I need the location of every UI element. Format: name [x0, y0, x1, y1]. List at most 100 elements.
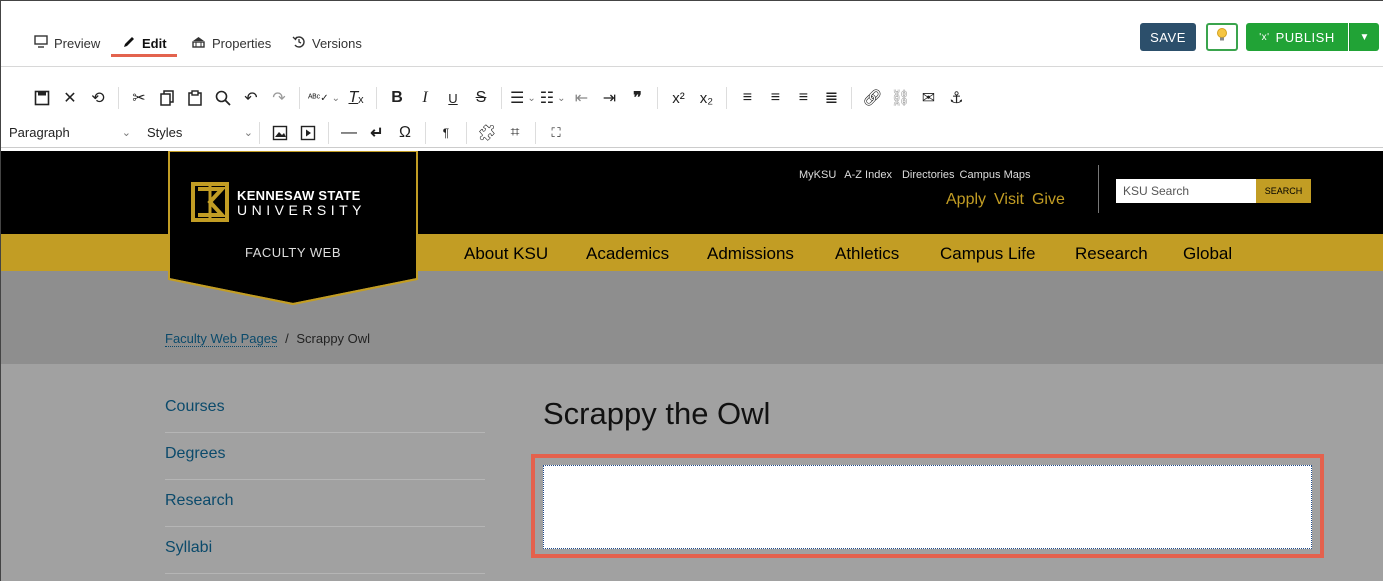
bold-icon[interactable]: B	[385, 85, 409, 111]
pencil-icon	[122, 35, 136, 52]
page-preview: KENNESAW STATE UNIVERSITY FACULTY WEB My…	[1, 150, 1383, 581]
breadcrumb-separator: /	[285, 331, 289, 346]
nav-athletics[interactable]: Athletics	[835, 244, 899, 264]
toolbar-divider	[726, 87, 728, 109]
nav-research[interactable]: Research	[1075, 244, 1148, 264]
nav-global[interactable]: Global	[1183, 244, 1232, 264]
active-tab-indicator	[111, 54, 177, 57]
save-icon[interactable]	[30, 85, 54, 111]
italic-icon[interactable]: I	[413, 85, 437, 111]
utility-link-directories[interactable]: Directories	[902, 169, 955, 181]
sidebar-item-degrees[interactable]: Degrees	[165, 433, 485, 480]
cut-icon[interactable]: ✂	[127, 85, 151, 111]
university-name-line2: UNIVERSITY	[237, 202, 367, 218]
undo-icon[interactable]: ↶	[239, 85, 263, 111]
tab-versions[interactable]: Versions	[292, 35, 362, 52]
site-search-input[interactable]: KSU Search	[1116, 179, 1256, 203]
plugin-icon[interactable]: 🧩︎	[475, 120, 499, 146]
highlighted-edit-region	[531, 454, 1324, 558]
underline-icon[interactable]: U	[441, 85, 465, 111]
revert-icon[interactable]: ⟲	[86, 85, 110, 111]
horizontal-rule-icon[interactable]: —	[337, 120, 361, 146]
bullet-list-icon[interactable]: ☰ ⌄	[510, 85, 536, 111]
clear-formatting-icon[interactable]: Tₓ	[344, 85, 368, 111]
lightbulb-icon	[1216, 27, 1228, 48]
outdent-icon[interactable]: ⇤	[569, 85, 593, 111]
cta-link-give[interactable]: Give	[1032, 191, 1065, 209]
toolbar-divider	[425, 121, 426, 144]
utility-links: MyKSU A-Z Index Directories Campus Maps	[799, 169, 1030, 181]
faculty-web-label: FACULTY WEB	[244, 245, 342, 260]
superscript-icon[interactable]: x²	[666, 85, 690, 111]
nav-admissions[interactable]: Admissions	[707, 244, 794, 264]
nav-academics[interactable]: Academics	[586, 244, 669, 264]
fullscreen-icon[interactable]: ⛶	[544, 120, 568, 146]
breadcrumb-link-faculty-web-pages[interactable]: Faculty Web Pages	[165, 331, 278, 347]
format-select[interactable]: Paragraph ⌄	[9, 125, 131, 140]
editable-content-area[interactable]	[543, 465, 1312, 549]
header-divider	[1098, 165, 1099, 213]
utility-link-campus-maps[interactable]: Campus Maps	[960, 169, 1031, 181]
show-blocks-icon[interactable]: ¶	[434, 120, 458, 146]
align-center-icon[interactable]: ≡	[763, 85, 787, 111]
toolbar-divider	[328, 121, 329, 144]
cta-link-apply[interactable]: Apply	[946, 191, 986, 209]
indent-icon[interactable]: ⇥	[597, 85, 621, 111]
cms-top-bar: Preview Edit Properties Versions SAVE 'x…	[1, 1, 1383, 67]
tab-properties[interactable]: Properties	[191, 35, 271, 51]
utility-link-az-index[interactable]: A-Z Index	[844, 169, 892, 181]
align-justify-icon[interactable]: ≣	[819, 85, 843, 111]
monitor-icon	[34, 35, 48, 51]
publish-dropdown-button[interactable]: ▼	[1349, 23, 1379, 51]
tab-edit[interactable]: Edit	[122, 35, 167, 52]
sidebar-item-courses[interactable]: Courses	[165, 386, 485, 433]
tab-preview-label: Preview	[54, 35, 101, 51]
site-search-button[interactable]: SEARCH	[1256, 179, 1311, 203]
nav-campus-life[interactable]: Campus Life	[940, 244, 1035, 264]
properties-icon	[191, 35, 206, 51]
utility-link-myksu[interactable]: MyKSU	[799, 169, 836, 181]
cta-link-visit[interactable]: Visit	[994, 191, 1024, 209]
special-character-icon[interactable]: Ω	[393, 120, 417, 146]
align-left-icon[interactable]: ≡	[735, 85, 759, 111]
paste-icon[interactable]	[183, 85, 207, 111]
numbered-list-icon[interactable]: ☷ ⌄	[540, 85, 566, 111]
editor-toolbar-row-1: ✕ ⟲ ✂ ↶ ↷ ᴬᴮᶜ✓ ⌄ Tₓ B I U S ☰ ⌄ ☷ ⌄ ⇤ ⇥ ❞ …	[1, 83, 1383, 113]
sidebar-item-syllabi[interactable]: Syllabi	[165, 527, 485, 574]
sidebar-item-research[interactable]: Research	[165, 480, 485, 527]
tab-versions-label: Versions	[312, 36, 362, 51]
crop-icon[interactable]: ⌗	[503, 120, 527, 146]
publish-icon: 'x'	[1259, 31, 1270, 43]
toolbar-divider	[501, 87, 502, 109]
insert-media-icon[interactable]	[296, 120, 320, 146]
history-icon	[292, 35, 306, 52]
page-title[interactable]: Scrappy the Owl	[543, 396, 770, 432]
close-icon[interactable]: ✕	[58, 85, 82, 111]
tips-button[interactable]	[1206, 23, 1238, 51]
redo-icon[interactable]: ↷	[267, 85, 291, 111]
align-right-icon[interactable]: ≡	[791, 85, 815, 111]
toolbar-divider	[657, 87, 659, 109]
blockquote-icon[interactable]: ❞	[625, 85, 649, 111]
toolbar-divider	[466, 121, 467, 144]
publish-button[interactable]: 'x' PUBLISH	[1246, 23, 1348, 51]
tab-preview[interactable]: Preview	[34, 35, 100, 51]
line-break-icon[interactable]: ↵	[365, 120, 389, 146]
spellcheck-icon[interactable]: ᴬᴮᶜ✓ ⌄	[308, 85, 340, 111]
university-logo-banner[interactable]: KENNESAW STATE UNIVERSITY FACULTY WEB	[166, 150, 420, 306]
search-icon[interactable]	[211, 85, 235, 111]
nav-about-ksu[interactable]: About KSU	[464, 244, 548, 264]
breadcrumb-current: Scrappy Owl	[296, 331, 371, 346]
unlink-icon[interactable]: ⛓︎	[888, 85, 912, 111]
save-button[interactable]: SAVE	[1140, 23, 1196, 51]
copy-icon[interactable]	[155, 85, 179, 111]
subscript-icon[interactable]: x₂	[694, 85, 718, 111]
toolbar-divider	[851, 87, 853, 109]
insert-image-icon[interactable]	[268, 120, 292, 146]
strikethrough-icon[interactable]: S	[469, 85, 493, 111]
link-icon[interactable]: 🔗︎	[860, 85, 884, 111]
anchor-icon[interactable]: ⚓︎	[944, 85, 968, 111]
toolbar-divider	[376, 87, 377, 109]
styles-select[interactable]: Styles ⌄	[147, 125, 253, 140]
email-icon[interactable]: ✉	[916, 85, 940, 111]
